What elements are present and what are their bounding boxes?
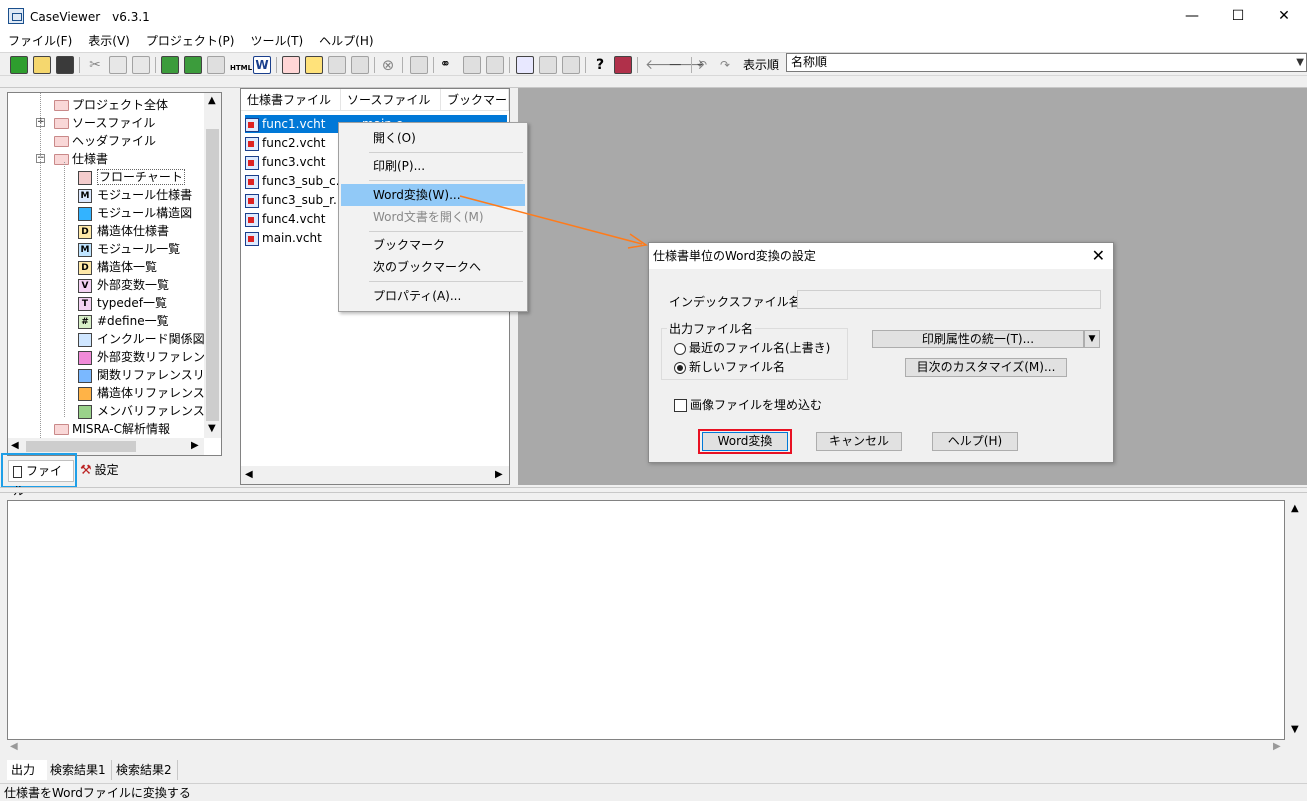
output-group-label: 出力ファイル名	[667, 320, 756, 337]
help-button[interactable]: ヘルプ(H)	[932, 432, 1018, 451]
word-convert-ok-button[interactable]: Word変換	[702, 432, 788, 451]
cancel-button[interactable]: キャンセル	[816, 432, 902, 451]
toc-customize-button[interactable]: 目次のカスタマイズ(M)...	[905, 358, 1067, 377]
embed-image-label: 画像ファイルを埋め込む	[690, 398, 823, 412]
word-convert-dialog: 仕様書単位のWord変換の設定 ✕ インデックスファイル名: 出力ファイル名 最…	[648, 242, 1114, 463]
horizontal-splitter[interactable]	[0, 487, 1307, 493]
tab-search-results-1[interactable]: 検索結果1	[48, 760, 112, 780]
radio-recent-filename[interactable]: 最近のファイル名(上書き)	[674, 340, 830, 356]
chevron-down-icon: ▼	[1088, 334, 1096, 344]
print-attr-button[interactable]: 印刷属性の統一(T)...	[872, 330, 1084, 348]
checkbox-icon	[674, 399, 687, 412]
radio-selected-icon	[674, 361, 686, 374]
output-vscrollbar[interactable]: ▲ ▼	[1287, 500, 1304, 740]
tab-output[interactable]: 出力	[7, 760, 47, 780]
radio-icon	[674, 342, 686, 355]
output-hscrollbar[interactable]: ◀ ▶	[7, 740, 1285, 755]
print-attr-dropdown[interactable]: ▼	[1084, 330, 1100, 348]
index-file-label: インデックスファイル名:	[669, 295, 805, 309]
output-pane[interactable]	[7, 500, 1285, 740]
tab-search-results-2[interactable]: 検索結果2	[114, 760, 178, 780]
dialog-close-icon[interactable]: ✕	[1092, 246, 1105, 265]
embed-image-checkbox[interactable]: 画像ファイルを埋め込む	[674, 397, 822, 413]
index-file-input[interactable]	[797, 290, 1101, 309]
radio-recent-label: 最近のファイル名(上書き)	[689, 341, 831, 355]
radio-new-filename[interactable]: 新しいファイル名	[674, 359, 785, 375]
radio-new-label: 新しいファイル名	[689, 360, 786, 374]
status-bar: 仕様書をWordファイルに変換する	[0, 783, 1307, 801]
dialog-title: 仕様書単位のWord変換の設定	[649, 243, 1113, 269]
